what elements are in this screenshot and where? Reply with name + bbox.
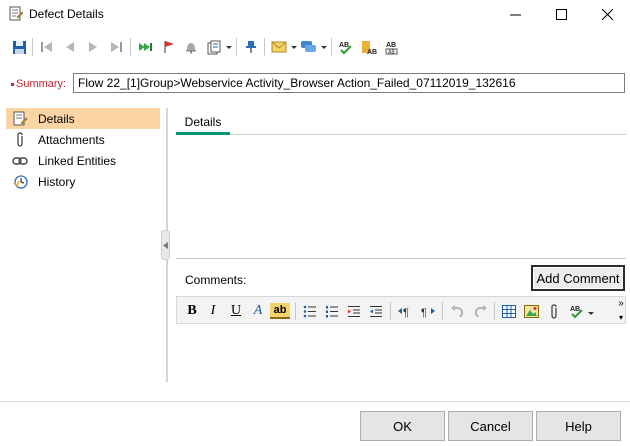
tab-divider xyxy=(176,134,626,135)
summary-label-text: Summary: xyxy=(16,78,67,90)
summary-field[interactable] xyxy=(73,73,625,93)
collapse-panel-handle[interactable] xyxy=(161,230,170,260)
bold-button[interactable]: B xyxy=(182,301,202,321)
comment-editor[interactable] xyxy=(176,324,626,382)
required-marker-icon xyxy=(11,82,14,86)
add-comment-button[interactable]: Add Comment xyxy=(531,265,625,291)
bullet-list-icon[interactable] xyxy=(300,301,320,321)
nav-item-label: History xyxy=(38,174,76,189)
details-icon xyxy=(12,111,28,127)
maximize-icon xyxy=(555,8,567,20)
window-title: Defect Details xyxy=(29,7,104,21)
spell-check-icon[interactable]: AB xyxy=(336,37,356,57)
link-icon xyxy=(12,153,28,169)
left-to-right-icon[interactable]: ¶ xyxy=(395,301,415,321)
comment-editor-toolbar: B I U A ab ¶ ¶ AB xyxy=(176,296,626,324)
chevron-down-icon[interactable] xyxy=(291,46,297,49)
last-record-icon[interactable] xyxy=(106,37,126,57)
history-icon xyxy=(12,174,28,190)
nav-item-label: Details xyxy=(38,111,75,126)
redo-icon[interactable] xyxy=(470,301,490,321)
send-email-icon[interactable] xyxy=(269,37,289,57)
previous-record-icon[interactable] xyxy=(60,37,80,57)
alert-icon[interactable] xyxy=(181,37,201,57)
title-bar: Defect Details xyxy=(0,0,630,28)
summary-label: Summary: xyxy=(11,78,66,90)
horizontal-splitter[interactable] xyxy=(176,258,626,259)
help-button[interactable]: Help xyxy=(536,411,621,441)
pin-icon[interactable] xyxy=(241,37,261,57)
chevron-left-icon xyxy=(163,241,168,249)
comments-label: Comments: xyxy=(185,273,247,287)
cancel-button[interactable]: Cancel xyxy=(448,411,533,441)
underline-button[interactable]: U xyxy=(226,301,246,321)
undo-icon[interactable] xyxy=(447,301,467,321)
chevron-down-icon[interactable] xyxy=(588,312,594,315)
nav-item-linked-entities[interactable]: Linked Entities xyxy=(6,150,160,171)
right-to-left-icon[interactable]: ¶ xyxy=(418,301,438,321)
nav-item-details[interactable]: Details xyxy=(6,108,160,129)
highlight-button[interactable]: ab xyxy=(270,303,290,319)
spelling-options-icon[interactable]: AB xyxy=(359,37,379,57)
first-record-icon[interactable] xyxy=(37,37,57,57)
italic-button[interactable]: I xyxy=(203,301,223,321)
paperclip-icon xyxy=(12,132,28,148)
nav-item-label: Attachments xyxy=(38,132,105,147)
svg-text:AB: AB xyxy=(570,306,580,313)
svg-text:¶: ¶ xyxy=(421,307,427,318)
svg-text:AB: AB xyxy=(386,42,396,49)
nav-item-attachments[interactable]: Attachments xyxy=(6,129,160,150)
svg-text:AB: AB xyxy=(388,49,395,55)
copy-url-icon[interactable] xyxy=(204,37,224,57)
maximize-button[interactable] xyxy=(538,0,584,28)
insert-image-icon[interactable] xyxy=(521,301,541,321)
attach-icon[interactable] xyxy=(544,301,564,321)
table-icon[interactable] xyxy=(499,301,519,321)
nav-item-label: Linked Entities xyxy=(38,153,117,168)
spell-check-icon[interactable]: AB xyxy=(567,301,587,321)
svg-text:AB: AB xyxy=(339,42,349,49)
ok-button[interactable]: OK xyxy=(360,411,445,441)
minimize-icon xyxy=(509,14,521,15)
chevron-double-right-icon: » xyxy=(618,298,624,309)
indent-icon[interactable] xyxy=(344,301,364,321)
footer-divider xyxy=(0,401,630,402)
chevron-down-icon[interactable] xyxy=(226,46,232,49)
outdent-icon[interactable] xyxy=(366,301,386,321)
flag-icon[interactable] xyxy=(159,37,179,57)
save-icon[interactable] xyxy=(9,37,29,57)
minimize-button[interactable] xyxy=(492,0,538,28)
details-panel xyxy=(176,136,626,258)
chevron-down-icon: ▾ xyxy=(618,313,623,322)
nav-item-history[interactable]: History xyxy=(6,171,160,192)
send-message-icon[interactable] xyxy=(299,37,319,57)
svg-text:AB: AB xyxy=(367,49,377,55)
thesaurus-icon[interactable]: AB AB xyxy=(382,37,402,57)
chevron-down-icon[interactable] xyxy=(321,46,327,49)
close-button[interactable] xyxy=(584,0,630,28)
next-record-icon[interactable] xyxy=(83,37,103,57)
defect-details-icon xyxy=(9,6,24,21)
svg-text:¶: ¶ xyxy=(403,307,409,318)
main-toolbar: AB AB AB AB xyxy=(0,34,630,60)
numbered-list-icon[interactable] xyxy=(322,301,342,321)
close-icon xyxy=(601,8,613,20)
go-to-icon[interactable] xyxy=(135,37,155,57)
toolbar-overflow-button[interactable]: » ▾ xyxy=(615,296,627,324)
font-color-button[interactable]: A xyxy=(248,301,268,321)
active-tab-indicator xyxy=(176,132,230,135)
